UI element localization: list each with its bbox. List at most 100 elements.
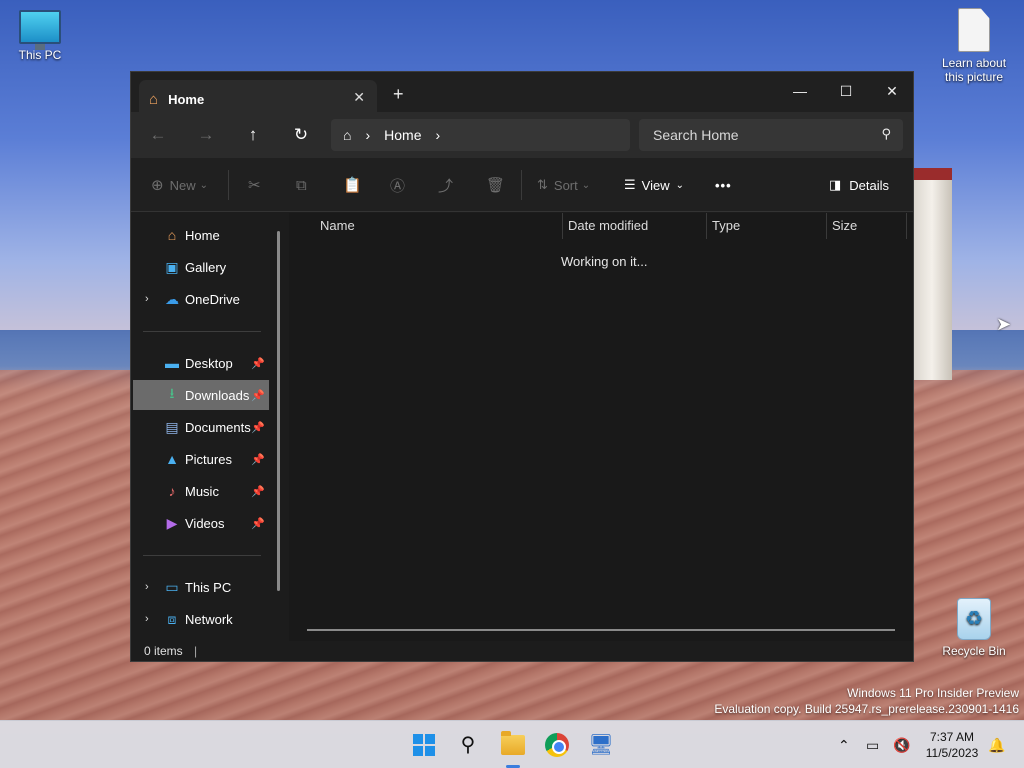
- sidebar-item-label: Network: [185, 611, 233, 627]
- pin-icon[interactable]: 📌: [251, 485, 265, 498]
- horizontal-scrollbar[interactable]: [307, 629, 895, 631]
- sidebar-item-music[interactable]: ♪ Music 📌: [133, 476, 269, 506]
- taskbar-file-explorer[interactable]: [497, 729, 529, 761]
- chevron-down-icon: ⌄: [581, 179, 591, 191]
- monitor-icon: [19, 10, 61, 50]
- sidebar-item-network[interactable]: › ⧈ Network: [133, 604, 269, 634]
- close-tab-icon[interactable]: ✕: [353, 89, 365, 106]
- pin-icon[interactable]: 📌: [251, 453, 265, 466]
- search-placeholder: Search Home: [653, 127, 739, 143]
- sidebar-item-videos[interactable]: ▶ Videos 📌: [133, 508, 269, 538]
- delete-icon[interactable]: 🗑: [486, 174, 505, 196]
- sort-icon: ⇅: [537, 177, 548, 192]
- pin-icon[interactable]: 📌: [251, 421, 265, 434]
- paste-icon[interactable]: 📋: [343, 174, 362, 196]
- address-bar[interactable]: ⌂ › Home ›: [331, 119, 630, 151]
- windows-logo-icon: [413, 734, 435, 756]
- os-watermark: Windows 11 Pro Insider Preview Evaluatio…: [714, 685, 1019, 717]
- computer-icon: ▭: [165, 578, 179, 595]
- sidebar-scrollbar[interactable]: [277, 231, 280, 591]
- chevron-right-icon[interactable]: ›: [145, 581, 149, 593]
- home-icon: ⌂: [167, 227, 177, 243]
- more-options-button[interactable]: •••: [715, 174, 732, 196]
- column-header-name[interactable]: Name: [320, 213, 355, 239]
- search-input[interactable]: Search Home ⚲: [639, 119, 903, 151]
- loading-message: Working on it...: [561, 254, 648, 269]
- desktop-icon-recycle-bin[interactable]: ♻ Recycle Bin: [934, 598, 1014, 658]
- new-button[interactable]: ⊕ New ⌄: [151, 174, 208, 196]
- pin-icon[interactable]: 📌: [251, 389, 265, 402]
- chevron-right-icon[interactable]: ›: [145, 293, 149, 305]
- sidebar-item-gallery[interactable]: ▣ Gallery: [133, 252, 269, 282]
- show-hidden-icons-button[interactable]: ⌃: [838, 721, 850, 768]
- sidebar-item-label: Videos: [185, 515, 225, 531]
- column-divider[interactable]: [906, 213, 907, 239]
- details-pane-icon: ◨: [829, 177, 842, 192]
- taskbar-remote-desktop[interactable]: 🖥: [585, 729, 617, 761]
- download-icon: ⭳: [169, 385, 175, 401]
- column-header-date-modified[interactable]: Date modified: [568, 213, 648, 239]
- sort-button[interactable]: ⇅ Sort ⌄: [537, 174, 590, 196]
- sidebar-item-label: Desktop: [185, 355, 233, 371]
- details-button[interactable]: ◨ Details: [829, 174, 889, 196]
- tab-title: Home: [168, 91, 205, 107]
- column-divider[interactable]: [706, 213, 707, 239]
- sidebar-item-documents[interactable]: ▤ Documents 📌: [133, 412, 269, 442]
- minimize-button[interactable]: —: [777, 76, 823, 106]
- new-tab-button[interactable]: +: [393, 84, 404, 105]
- chevron-up-icon: ⌃: [838, 737, 850, 753]
- sidebar-item-desktop[interactable]: ▬ Desktop 📌: [133, 348, 269, 378]
- column-divider[interactable]: [826, 213, 827, 239]
- file-list-pane: Name Date modified Type Size Working on …: [289, 213, 913, 641]
- column-header-type[interactable]: Type: [712, 213, 740, 239]
- documents-icon: ▤: [165, 418, 179, 435]
- column-header-size[interactable]: Size: [832, 213, 857, 239]
- view-button-label: View: [641, 177, 670, 193]
- refresh-button[interactable]: ↻: [286, 122, 316, 148]
- sidebar-item-label: Documents: [185, 419, 251, 435]
- sidebar-item-this-pc[interactable]: › ▭ This PC: [133, 572, 269, 602]
- start-button[interactable]: [408, 729, 440, 761]
- watermark-line-1: Windows 11 Pro Insider Preview: [847, 686, 1019, 700]
- chevron-right-icon[interactable]: ›: [436, 127, 441, 143]
- mouse-cursor-icon: ➤: [996, 314, 1012, 334]
- volume-tray-icon[interactable]: 🔇: [893, 721, 910, 768]
- desktop-icon-label: This PC: [18, 48, 62, 62]
- share-icon[interactable]: ⤴: [438, 174, 453, 196]
- up-button[interactable]: ↑: [238, 122, 268, 148]
- column-divider[interactable]: [562, 213, 563, 239]
- clock-date: 11/5/2023: [925, 746, 979, 760]
- wallpaper-lighthouse: [912, 180, 952, 380]
- command-bar: ⊕ New ⌄ ✂ ⧉ 📋 Ⓐ ⤴ 🗑 ⇅ Sort ⌄ ☰ View ⌄ ••…: [131, 158, 913, 212]
- desktop-icon-learn-picture[interactable]: Learn about this picture: [934, 8, 1014, 84]
- notifications-button[interactable]: 🔔: [988, 721, 1005, 768]
- sidebar-item-downloads[interactable]: ⭳ Downloads 📌: [133, 380, 269, 410]
- network-tray-icon[interactable]: ▭: [866, 721, 879, 768]
- copy-icon[interactable]: ⧉: [296, 174, 307, 196]
- taskbar-search-button[interactable]: ⚲: [452, 729, 484, 761]
- clock[interactable]: 7:37 AM 11/5/2023: [920, 729, 984, 761]
- back-button[interactable]: ←: [143, 122, 173, 148]
- close-window-button[interactable]: ✕: [869, 76, 915, 106]
- status-bar: 0 items |: [131, 641, 913, 661]
- taskbar-chrome[interactable]: [541, 729, 573, 761]
- desktop-icon-this-pc[interactable]: This PC: [0, 10, 80, 62]
- more-icon: •••: [715, 177, 732, 193]
- music-icon: ♪: [168, 483, 176, 499]
- chevron-right-icon[interactable]: ›: [145, 613, 149, 625]
- view-button[interactable]: ☰ View ⌄: [624, 174, 684, 196]
- sidebar-item-pictures[interactable]: ▲ Pictures 📌: [133, 444, 269, 474]
- sidebar-item-onedrive[interactable]: › ☁ OneDrive: [133, 284, 269, 314]
- forward-button[interactable]: →: [191, 122, 221, 148]
- pin-icon[interactable]: 📌: [251, 517, 265, 530]
- rename-icon[interactable]: Ⓐ: [390, 174, 405, 196]
- network-icon: ⧈: [167, 610, 177, 627]
- sidebar-divider: [143, 331, 261, 332]
- breadcrumb-home[interactable]: Home: [384, 127, 421, 143]
- sidebar-item-home[interactable]: ⌂ Home: [133, 220, 269, 250]
- maximize-button[interactable]: ☐: [823, 76, 869, 106]
- pin-icon[interactable]: 📌: [251, 357, 265, 370]
- cloud-icon: ☁: [165, 290, 179, 307]
- pictures-icon: ▲: [165, 451, 179, 467]
- cut-icon[interactable]: ✂: [248, 174, 261, 196]
